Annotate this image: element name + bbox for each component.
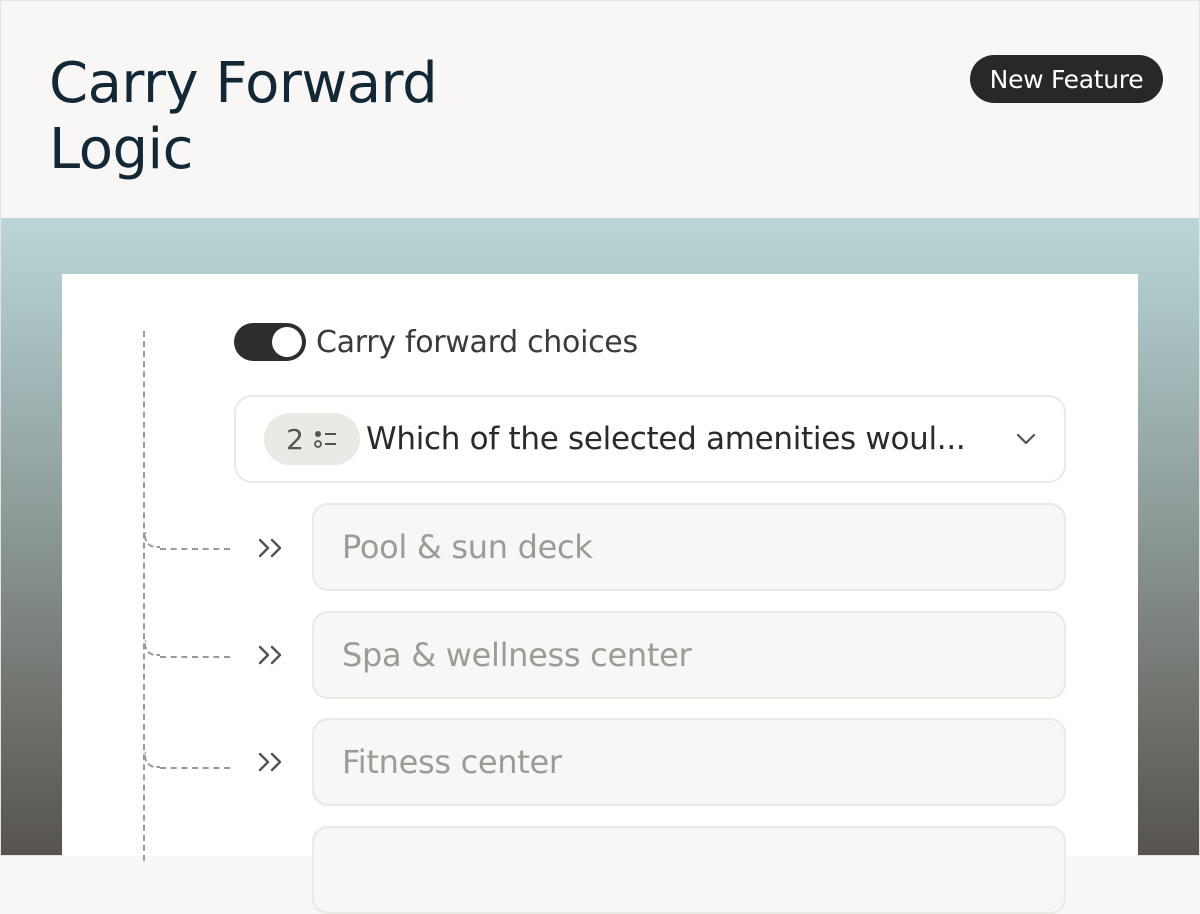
title-line-2: Logic	[49, 117, 193, 182]
toggle-knob	[272, 327, 302, 357]
question-number-chip: 2	[264, 413, 360, 465]
new-feature-badge: New Feature	[970, 55, 1163, 103]
title-line-1: Carry Forward	[49, 51, 438, 116]
double-chevron-right-icon	[258, 645, 282, 665]
connector-line	[143, 331, 145, 861]
double-chevron-right-icon	[258, 538, 282, 558]
connector-dash	[160, 767, 230, 769]
logic-card: Carry forward choices 2 Which of the sel…	[62, 274, 1138, 914]
header: Carry Forward Logic New Feature	[1, 1, 1199, 218]
choice-option[interactable]: Spa & wellness center	[312, 611, 1066, 699]
connector-branch	[144, 532, 160, 548]
choice-option[interactable]	[312, 826, 1066, 914]
carry-forward-toggle[interactable]	[234, 323, 306, 361]
multiple-choice-icon	[314, 431, 336, 448]
question-select[interactable]: 2 Which of the selected amenities woul..…	[234, 395, 1066, 483]
connector-branch	[144, 752, 160, 768]
double-chevron-right-icon	[258, 752, 282, 772]
choice-option[interactable]: Fitness center	[312, 718, 1066, 806]
carry-forward-row: Carry forward choices	[234, 322, 638, 362]
choice-option[interactable]: Pool & sun deck	[312, 503, 1066, 591]
question-number: 2	[286, 422, 304, 456]
connector-dash	[160, 656, 230, 658]
connector-dash	[160, 548, 230, 550]
connector-branch	[144, 640, 160, 656]
carry-forward-label: Carry forward choices	[316, 324, 638, 360]
chevron-down-icon[interactable]	[1014, 427, 1038, 451]
page-title: Carry Forward Logic	[49, 51, 438, 183]
question-text: Which of the selected amenities woul...	[366, 421, 966, 457]
